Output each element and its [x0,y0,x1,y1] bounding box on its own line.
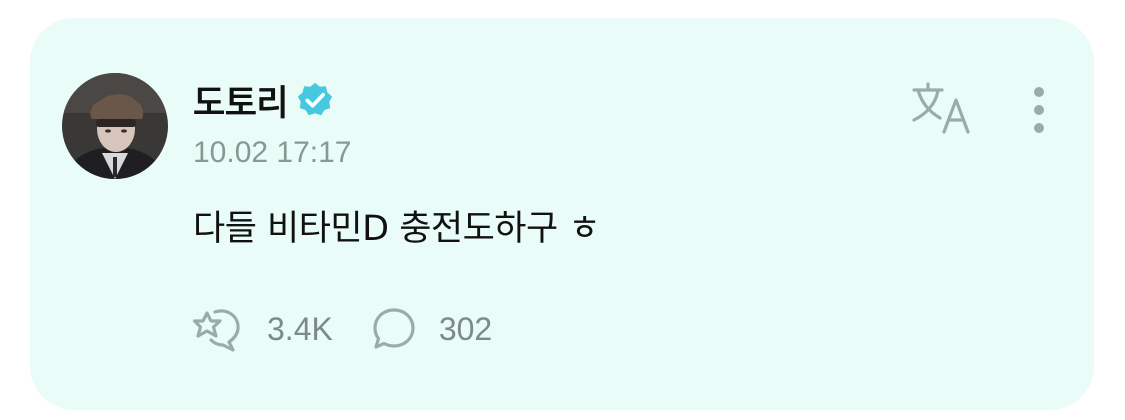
translate-icon[interactable] [910,80,972,136]
post-stats: 3.4K 302 [193,306,492,352]
author-name[interactable]: 도토리 [193,75,289,126]
comment-icon [373,308,415,349]
comment-count: 302 [438,310,493,347]
avatar[interactable] [62,73,168,179]
reaction-count: 3.4K [267,310,333,347]
post-card: 도토리 10.02 17:17 다들 비타민D 충전도하구 ㅎ 3.4K 302 [30,18,1094,410]
avatar-image [62,73,168,179]
more-vertical-icon[interactable] [1026,82,1052,138]
reaction-icon [193,309,240,352]
reaction-button[interactable]: 3.4K [193,305,333,353]
author-row: 도토리 [193,76,334,124]
post-timestamp: 10.02 17:17 [193,136,352,169]
comment-button[interactable]: 302 [371,306,492,352]
verified-badge-icon [298,82,333,116]
post-text: 다들 비타민D 충전도하구 ㅎ [193,209,601,249]
